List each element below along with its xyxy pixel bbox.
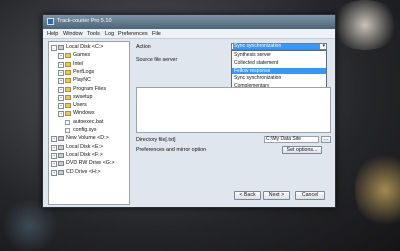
back-button[interactable]: < Back: [234, 191, 261, 200]
background-glow: [355, 150, 400, 230]
action-select-value: Sync synchronization: [233, 44, 320, 49]
preferences-mirror-label: Preferences and mirror option: [136, 147, 207, 153]
title-bar[interactable]: Track-courier Pro 5.10: [43, 15, 335, 29]
source-file-server-label: Source file server: [136, 57, 178, 63]
next-button[interactable]: Next >: [263, 191, 290, 200]
menu-preferences[interactable]: Preferences: [118, 31, 148, 37]
folder-icon: [65, 86, 71, 92]
menu-help[interactable]: Help: [47, 31, 58, 37]
folder-icon: [65, 69, 71, 75]
browse-button[interactable]: ...: [321, 136, 331, 143]
expand-icon[interactable]: +: [51, 169, 57, 176]
tree-item-label: PlayNC: [73, 77, 91, 84]
drive-icon: [58, 45, 64, 50]
tree-item-label: Program Files: [73, 85, 106, 92]
directory-file-label: Directory file[.txt]: [136, 137, 176, 143]
expand-icon[interactable]: +: [51, 161, 57, 168]
tree-item-label: Local Disk <E:>: [66, 143, 104, 150]
expand-icon[interactable]: +: [58, 53, 64, 60]
menu-tools[interactable]: Tools: [87, 31, 100, 37]
action-option[interactable]: Sync synchronization: [232, 75, 326, 81]
tree-item-label: Local Disk <F:>: [66, 151, 103, 158]
expand-icon[interactable]: +: [58, 94, 64, 101]
expand-icon[interactable]: +: [58, 86, 64, 93]
drive-icon: [58, 161, 64, 167]
set-options-button[interactable]: Set options...: [282, 146, 322, 154]
expand-icon[interactable]: +: [58, 69, 64, 76]
tree-item-label: Intel: [73, 60, 84, 67]
tree-item-label: Users: [73, 102, 87, 109]
drive-icon: [58, 136, 64, 142]
menu-file[interactable]: File: [152, 31, 161, 37]
expand-icon[interactable]: +: [51, 136, 57, 143]
folder-icon: [65, 94, 71, 100]
folder-icon: [65, 53, 71, 59]
file-icon: [65, 119, 70, 125]
expand-icon[interactable]: +: [58, 61, 64, 68]
action-option[interactable]: Fellow response: [232, 67, 326, 74]
app-icon: [47, 18, 54, 25]
menu-bar: Help Window Tools Log Preferences File: [43, 29, 335, 39]
directory-file-input[interactable]: C:\My Data Site: [264, 136, 319, 143]
expand-icon[interactable]: +: [51, 144, 57, 151]
main-panel: Action Sync synchronization ▾ Synthesis …: [132, 41, 332, 203]
drive-icon: [58, 152, 64, 158]
menu-log[interactable]: Log: [105, 31, 114, 37]
tree-item-label: Local Disk <C:>: [66, 44, 104, 50]
folder-icon: [65, 103, 71, 109]
action-select[interactable]: Sync synchronization ▾: [231, 43, 327, 50]
action-option[interactable]: Synthesis server: [232, 52, 326, 58]
tree-item-label: swsetup: [73, 93, 93, 100]
action-label: Action: [136, 44, 151, 50]
chevron-down-icon[interactable]: ▾: [322, 44, 325, 49]
action-option[interactable]: Collected statement: [232, 60, 326, 66]
tree-item-label: CD Drive <H:>: [66, 168, 101, 175]
collapse-icon[interactable]: -: [51, 45, 57, 51]
file-icon: [65, 128, 70, 133]
expand-icon[interactable]: +: [58, 103, 64, 110]
tree-item-label: config.sys: [73, 127, 97, 133]
expand-icon[interactable]: +: [58, 78, 64, 85]
folder-icon: [65, 111, 71, 117]
menu-window[interactable]: Window: [63, 31, 83, 37]
source-file-server-box[interactable]: [136, 87, 331, 133]
background-glow: [330, 0, 400, 50]
expand-icon[interactable]: +: [51, 152, 57, 159]
tree-item-label: New Volume <D:>: [66, 135, 109, 142]
drive-icon: [58, 169, 64, 175]
expand-icon[interactable]: +: [58, 111, 64, 118]
folder-icon: [65, 61, 71, 67]
drive-icon: [58, 144, 64, 150]
tree-item-label: DVD RW Drive <G:>: [66, 160, 115, 167]
folder-icon: [65, 78, 71, 84]
window-title: Track-courier Pro 5.10: [57, 18, 112, 24]
tree-item-label: Windows: [73, 110, 95, 117]
tree-item-label: autoexec.bat: [73, 118, 104, 125]
app-window: Track-courier Pro 5.10 Help Window Tools…: [42, 14, 336, 208]
tree-item-label: Games: [73, 52, 91, 59]
folder-tree: - Local Disk <C:> + Games + Intel + PerfLogs + Pl…: [48, 41, 130, 205]
tree-item-label: PerfLogs: [73, 68, 95, 75]
cancel-button[interactable]: Cancel: [295, 191, 325, 200]
